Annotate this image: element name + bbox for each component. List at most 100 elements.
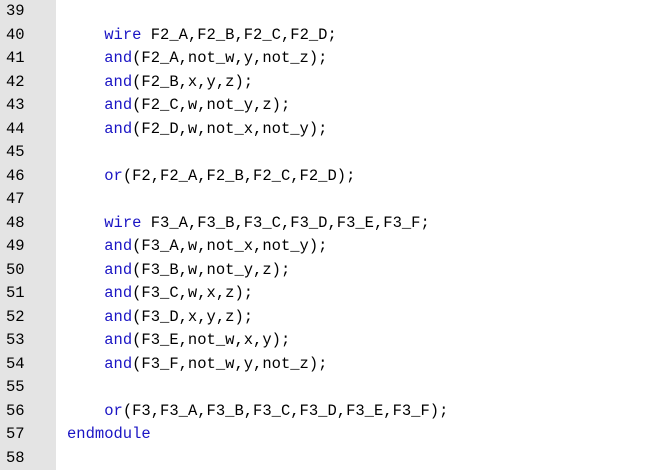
code-line[interactable]: 47 bbox=[0, 188, 667, 212]
code-line[interactable]: 42 and(F2_B,x,y,z); bbox=[0, 71, 667, 95]
code-line[interactable]: 43 and(F2_C,w,not_y,z); bbox=[0, 94, 667, 118]
code-line[interactable]: 57 endmodule bbox=[0, 423, 667, 447]
code-token: (F2_A,not_w,y,not_z); bbox=[132, 49, 328, 67]
code-text: wire F3_A,F3_B,F3_C,F3_D,F3_E,F3_F; bbox=[67, 212, 430, 236]
code-line[interactable]: 50 and(F3_B,w,not_y,z); bbox=[0, 259, 667, 283]
code-line[interactable]: 55 bbox=[0, 376, 667, 400]
code-line[interactable]: 41 and(F2_A,not_w,y,not_z); bbox=[0, 47, 667, 71]
line-number: 50 bbox=[6, 260, 25, 279]
keyword-token: and bbox=[104, 307, 133, 326]
keyword-token: and bbox=[104, 72, 133, 91]
keyword-token: and bbox=[104, 260, 133, 279]
line-number: 53 bbox=[6, 331, 25, 349]
code-text: wire F2_A,F2_B,F2_C,F2_D; bbox=[67, 24, 337, 48]
code-text: and(F2_B,x,y,z); bbox=[67, 71, 253, 95]
line-number: 58 bbox=[6, 448, 25, 467]
code-token: (F3_E,not_w,x,y); bbox=[132, 331, 291, 349]
code-text: and(F3_A,w,not_x,not_y); bbox=[67, 235, 327, 259]
code-text: and(F3_B,w,not_y,z); bbox=[67, 259, 290, 283]
code-text: and(F2_D,w,not_x,not_y); bbox=[67, 118, 327, 142]
code-text: or(F2,F2_A,F2_B,F2_C,F2_D); bbox=[67, 165, 355, 189]
code-line[interactable]: 39 bbox=[0, 0, 667, 24]
line-number: 48 bbox=[6, 213, 25, 232]
line-number: 49 bbox=[6, 237, 25, 255]
line-number: 55 bbox=[6, 378, 25, 396]
keyword-token: and bbox=[104, 237, 133, 255]
keyword-token: and bbox=[104, 49, 133, 67]
keyword-token: and bbox=[104, 96, 133, 114]
code-editor[interactable]: 39 40 wire F2_A,F2_B,F2_C,F2_D; 41 and(F2_… bbox=[0, 0, 667, 470]
code-token: (F3,F3_A,F3_B,F3_C,F3_D,F3_E,F3_F); bbox=[122, 401, 449, 420]
keyword-token: or bbox=[104, 401, 123, 420]
keyword-token: and bbox=[104, 354, 133, 373]
code-text: and(F2_A,not_w,y,not_z); bbox=[67, 47, 327, 71]
code-token: (F2_D,w,not_x,not_y); bbox=[132, 119, 328, 138]
code-text: and(F3_E,not_w,x,y); bbox=[67, 329, 290, 353]
line-number: 45 bbox=[6, 143, 25, 161]
line-number: 39 bbox=[6, 2, 25, 20]
code-line[interactable]: 52 and(F3_D,x,y,z); bbox=[0, 306, 667, 330]
code-line[interactable]: 45 bbox=[0, 141, 667, 165]
code-token: F2_A,F2_B,F2_C,F2_D; bbox=[141, 25, 337, 44]
line-number: 40 bbox=[6, 25, 25, 44]
keyword-token: wire bbox=[104, 213, 142, 232]
keyword-token: and bbox=[104, 331, 133, 349]
keyword-token: and bbox=[104, 284, 133, 302]
code-text: and(F3_D,x,y,z); bbox=[67, 306, 253, 330]
code-line[interactable]: 40 wire F2_A,F2_B,F2_C,F2_D; bbox=[0, 24, 667, 48]
line-number: 41 bbox=[6, 49, 25, 67]
line-number: 57 bbox=[6, 425, 25, 443]
code-text: and(F2_C,w,not_y,z); bbox=[67, 94, 290, 118]
code-text: and(F3_F,not_w,y,not_z); bbox=[67, 353, 327, 377]
code-text: and(F3_C,w,x,z); bbox=[67, 282, 253, 306]
line-number: 46 bbox=[6, 166, 25, 185]
code-line[interactable]: 44 and(F2_D,w,not_x,not_y); bbox=[0, 118, 667, 142]
line-number: 51 bbox=[6, 284, 25, 302]
code-token: (F3_F,not_w,y,not_z); bbox=[132, 354, 328, 373]
code-line[interactable]: 54 and(F3_F,not_w,y,not_z); bbox=[0, 353, 667, 377]
code-token: (F2,F2_A,F2_B,F2_C,F2_D); bbox=[122, 166, 356, 185]
code-line[interactable]: 46 or(F2,F2_A,F2_B,F2_C,F2_D); bbox=[0, 165, 667, 189]
code-token: (F3_A,w,not_x,not_y); bbox=[132, 237, 328, 255]
code-token: (F3_C,w,x,z); bbox=[132, 284, 254, 302]
code-line[interactable]: 49 and(F3_A,w,not_x,not_y); bbox=[0, 235, 667, 259]
code-token: F3_A,F3_B,F3_C,F3_D,F3_E,F3_F; bbox=[141, 213, 430, 232]
keyword-token: and bbox=[104, 119, 133, 138]
code-token: (F2_B,x,y,z); bbox=[132, 72, 254, 91]
keyword-token: endmodule bbox=[67, 425, 151, 443]
line-number: 44 bbox=[6, 119, 25, 138]
code-token: (F2_C,w,not_y,z); bbox=[132, 96, 291, 114]
code-text: or(F3,F3_A,F3_B,F3_C,F3_D,F3_E,F3_F); bbox=[67, 400, 448, 424]
code-line[interactable]: 56 or(F3,F3_A,F3_B,F3_C,F3_D,F3_E,F3_F); bbox=[0, 400, 667, 424]
line-number: 43 bbox=[6, 96, 25, 114]
line-number: 42 bbox=[6, 72, 25, 91]
line-number: 54 bbox=[6, 354, 25, 373]
keyword-token: wire bbox=[104, 25, 142, 44]
code-lines: 39 40 wire F2_A,F2_B,F2_C,F2_D; 41 and(F2_… bbox=[0, 0, 667, 470]
code-line[interactable]: 58 bbox=[0, 447, 667, 470]
line-number: 47 bbox=[6, 190, 25, 208]
code-text: endmodule bbox=[67, 423, 151, 447]
line-number: 52 bbox=[6, 307, 25, 326]
keyword-token: or bbox=[104, 166, 123, 185]
code-token: (F3_B,w,not_y,z); bbox=[132, 260, 291, 279]
line-number: 56 bbox=[6, 401, 25, 420]
code-line[interactable]: 53 and(F3_E,not_w,x,y); bbox=[0, 329, 667, 353]
code-token: (F3_D,x,y,z); bbox=[132, 307, 254, 326]
code-line[interactable]: 51 and(F3_C,w,x,z); bbox=[0, 282, 667, 306]
code-line[interactable]: 48 wire F3_A,F3_B,F3_C,F3_D,F3_E,F3_F; bbox=[0, 212, 667, 236]
